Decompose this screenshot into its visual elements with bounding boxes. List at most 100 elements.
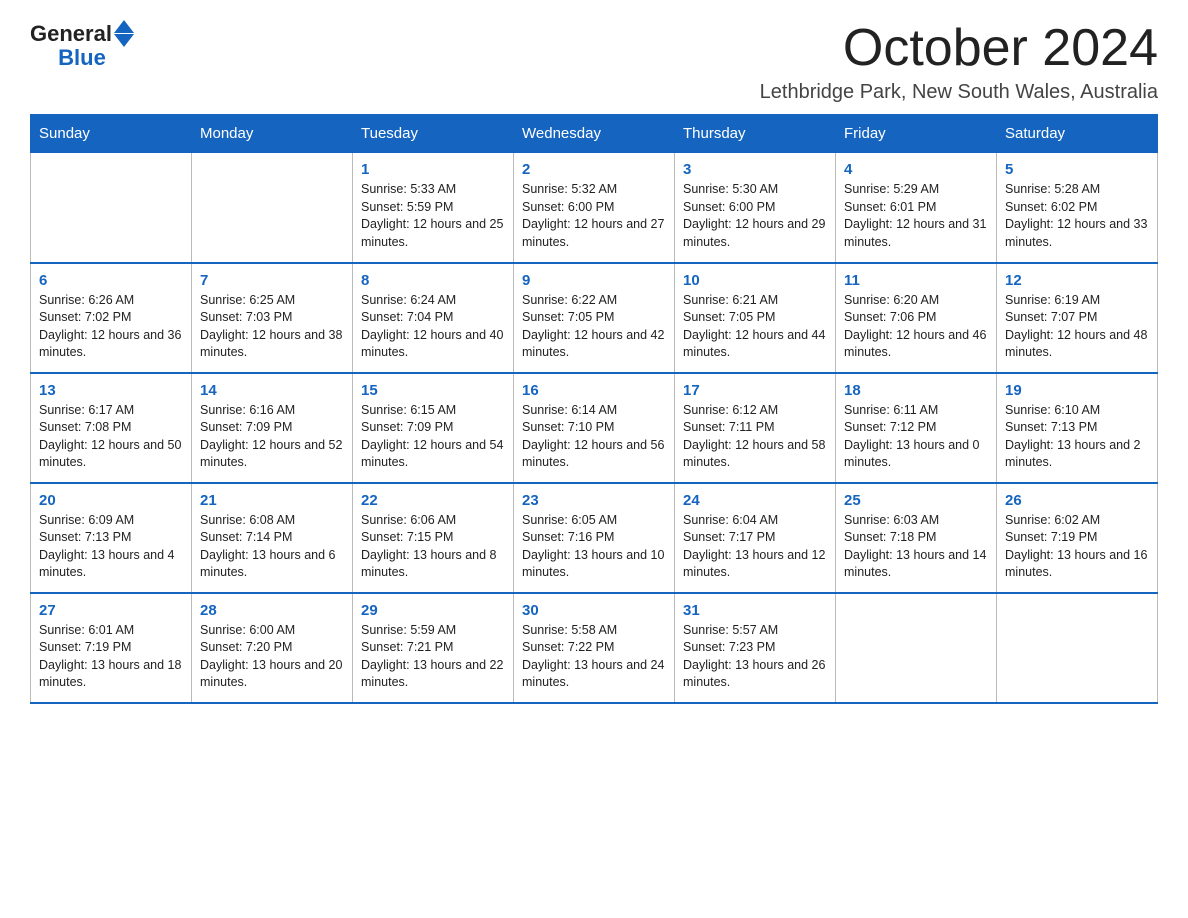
calendar-cell: 18 Sunrise: 6:11 AMSunset: 7:12 PMDayligh… xyxy=(836,373,997,483)
calendar-cell xyxy=(997,593,1158,703)
day-number: 17 xyxy=(683,382,827,399)
day-info: Sunrise: 5:33 AMSunset: 5:59 PMDaylight:… xyxy=(361,181,505,251)
calendar-header-saturday: Saturday xyxy=(997,115,1158,153)
day-number: 31 xyxy=(683,602,827,619)
day-number: 5 xyxy=(1005,161,1149,178)
calendar-cell: 13 Sunrise: 6:17 AMSunset: 7:08 PMDayligh… xyxy=(31,373,192,483)
day-number: 1 xyxy=(361,161,505,178)
day-info: Sunrise: 6:25 AMSunset: 7:03 PMDaylight:… xyxy=(200,292,344,362)
calendar-cell: 24Sunrise: 6:04 AMSunset: 7:17 PMDayligh… xyxy=(675,483,836,593)
day-info: Sunrise: 6:16 AMSunset: 7:09 PMDaylight:… xyxy=(200,402,344,472)
day-info: Sunrise: 6:09 AMSunset: 7:13 PMDaylight:… xyxy=(39,512,183,582)
calendar-cell: 19Sunrise: 6:10 AMSunset: 7:13 PMDayligh… xyxy=(997,373,1158,483)
day-info: Sunrise: 6:19 AMSunset: 7:07 PMDaylight:… xyxy=(1005,292,1149,362)
day-number: 18 xyxy=(844,382,988,399)
day-number: 21 xyxy=(200,492,344,509)
calendar-cell: 31Sunrise: 5:57 AMSunset: 7:23 PMDayligh… xyxy=(675,593,836,703)
title-area: October 2024 Lethbridge Park, New South … xyxy=(760,20,1158,104)
day-number: 28 xyxy=(200,602,344,619)
day-number: 3 xyxy=(683,161,827,178)
day-info: Sunrise: 6:11 AMSunset: 7:12 PMDaylight:… xyxy=(844,402,988,472)
day-info: Sunrise: 5:30 AMSunset: 6:00 PMDaylight:… xyxy=(683,181,827,251)
calendar-cell: 9Sunrise: 6:22 AMSunset: 7:05 PMDaylight… xyxy=(514,263,675,373)
calendar-cell: 6 Sunrise: 6:26 AMSunset: 7:02 PMDaylight… xyxy=(31,263,192,373)
calendar-cell: 8 Sunrise: 6:24 AMSunset: 7:04 PMDaylight… xyxy=(353,263,514,373)
calendar-cell: 3 Sunrise: 5:30 AMSunset: 6:00 PMDaylight… xyxy=(675,153,836,263)
day-number: 27 xyxy=(39,602,183,619)
location-title: Lethbridge Park, New South Wales, Austra… xyxy=(760,81,1158,104)
calendar-week-row: 1 Sunrise: 5:33 AMSunset: 5:59 PMDaylight… xyxy=(31,153,1158,263)
calendar-header-friday: Friday xyxy=(836,115,997,153)
month-title: October 2024 xyxy=(760,20,1158,77)
calendar-cell xyxy=(31,153,192,263)
day-info: Sunrise: 6:24 AMSunset: 7:04 PMDaylight:… xyxy=(361,292,505,362)
day-info: Sunrise: 6:10 AMSunset: 7:13 PMDaylight:… xyxy=(1005,402,1149,472)
day-info: Sunrise: 6:17 AMSunset: 7:08 PMDaylight:… xyxy=(39,402,183,472)
day-info: Sunrise: 6:20 AMSunset: 7:06 PMDaylight:… xyxy=(844,292,988,362)
day-number: 22 xyxy=(361,492,505,509)
day-info: Sunrise: 6:08 AMSunset: 7:14 PMDaylight:… xyxy=(200,512,344,582)
day-info: Sunrise: 5:28 AMSunset: 6:02 PMDaylight:… xyxy=(1005,181,1149,251)
calendar-cell: 15 Sunrise: 6:15 AMSunset: 7:09 PMDayligh… xyxy=(353,373,514,483)
calendar-week-row: 6 Sunrise: 6:26 AMSunset: 7:02 PMDaylight… xyxy=(31,263,1158,373)
calendar-table: SundayMondayTuesdayWednesdayThursdayFrid… xyxy=(30,114,1158,704)
calendar-header-wednesday: Wednesday xyxy=(514,115,675,153)
day-number: 25 xyxy=(844,492,988,509)
day-info: Sunrise: 6:00 AMSunset: 7:20 PMDaylight:… xyxy=(200,622,344,692)
header: General Blue October 2024 Lethbridge Par… xyxy=(30,20,1158,104)
day-info: Sunrise: 6:02 AMSunset: 7:19 PMDaylight:… xyxy=(1005,512,1149,582)
calendar-cell: 23 Sunrise: 6:05 AMSunset: 7:16 PMDayligh… xyxy=(514,483,675,593)
day-info: Sunrise: 6:06 AMSunset: 7:15 PMDaylight:… xyxy=(361,512,505,582)
calendar-cell: 28 Sunrise: 6:00 AMSunset: 7:20 PMDayligh… xyxy=(192,593,353,703)
calendar-cell: 22 Sunrise: 6:06 AMSunset: 7:15 PMDayligh… xyxy=(353,483,514,593)
day-info: Sunrise: 6:26 AMSunset: 7:02 PMDaylight:… xyxy=(39,292,183,362)
calendar-cell xyxy=(836,593,997,703)
calendar-cell xyxy=(192,153,353,263)
day-info: Sunrise: 5:29 AMSunset: 6:01 PMDaylight:… xyxy=(844,181,988,251)
day-info: Sunrise: 6:14 AMSunset: 7:10 PMDaylight:… xyxy=(522,402,666,472)
day-number: 4 xyxy=(844,161,988,178)
day-info: Sunrise: 6:03 AMSunset: 7:18 PMDaylight:… xyxy=(844,512,988,582)
calendar-header-row: SundayMondayTuesdayWednesdayThursdayFrid… xyxy=(31,115,1158,153)
day-number: 2 xyxy=(522,161,666,178)
calendar-cell: 12Sunrise: 6:19 AMSunset: 7:07 PMDayligh… xyxy=(997,263,1158,373)
day-number: 14 xyxy=(200,382,344,399)
calendar-week-row: 13 Sunrise: 6:17 AMSunset: 7:08 PMDayligh… xyxy=(31,373,1158,483)
calendar-cell: 2 Sunrise: 5:32 AMSunset: 6:00 PMDaylight… xyxy=(514,153,675,263)
calendar-cell: 20 Sunrise: 6:09 AMSunset: 7:13 PMDayligh… xyxy=(31,483,192,593)
logo: General Blue xyxy=(30,20,134,71)
day-info: Sunrise: 6:04 AMSunset: 7:17 PMDaylight:… xyxy=(683,512,827,582)
day-info: Sunrise: 6:15 AMSunset: 7:09 PMDaylight:… xyxy=(361,402,505,472)
day-number: 20 xyxy=(39,492,183,509)
day-info: Sunrise: 5:32 AMSunset: 6:00 PMDaylight:… xyxy=(522,181,666,251)
day-number: 30 xyxy=(522,602,666,619)
calendar-cell: 25 Sunrise: 6:03 AMSunset: 7:18 PMDayligh… xyxy=(836,483,997,593)
day-number: 13 xyxy=(39,382,183,399)
calendar-cell: 21 Sunrise: 6:08 AMSunset: 7:14 PMDayligh… xyxy=(192,483,353,593)
calendar-cell: 10Sunrise: 6:21 AMSunset: 7:05 PMDayligh… xyxy=(675,263,836,373)
day-number: 23 xyxy=(522,492,666,509)
calendar-header-thursday: Thursday xyxy=(675,115,836,153)
day-info: Sunrise: 6:21 AMSunset: 7:05 PMDaylight:… xyxy=(683,292,827,362)
day-info: Sunrise: 6:01 AMSunset: 7:19 PMDaylight:… xyxy=(39,622,183,692)
day-number: 11 xyxy=(844,272,988,289)
calendar-cell: 26 Sunrise: 6:02 AMSunset: 7:19 PMDayligh… xyxy=(997,483,1158,593)
calendar-header-monday: Monday xyxy=(192,115,353,153)
calendar-cell: 17Sunrise: 6:12 AMSunset: 7:11 PMDayligh… xyxy=(675,373,836,483)
calendar-cell: 27 Sunrise: 6:01 AMSunset: 7:19 PMDayligh… xyxy=(31,593,192,703)
calendar-cell: 4 Sunrise: 5:29 AMSunset: 6:01 PMDaylight… xyxy=(836,153,997,263)
calendar-week-row: 27 Sunrise: 6:01 AMSunset: 7:19 PMDayligh… xyxy=(31,593,1158,703)
day-number: 8 xyxy=(361,272,505,289)
day-info: Sunrise: 5:59 AMSunset: 7:21 PMDaylight:… xyxy=(361,622,505,692)
calendar-cell: 30Sunrise: 5:58 AMSunset: 7:22 PMDayligh… xyxy=(514,593,675,703)
day-number: 15 xyxy=(361,382,505,399)
calendar-cell: 29 Sunrise: 5:59 AMSunset: 7:21 PMDayligh… xyxy=(353,593,514,703)
calendar-cell: 16Sunrise: 6:14 AMSunset: 7:10 PMDayligh… xyxy=(514,373,675,483)
calendar-cell: 7 Sunrise: 6:25 AMSunset: 7:03 PMDaylight… xyxy=(192,263,353,373)
day-number: 29 xyxy=(361,602,505,619)
day-info: Sunrise: 6:05 AMSunset: 7:16 PMDaylight:… xyxy=(522,512,666,582)
calendar-cell: 5 Sunrise: 5:28 AMSunset: 6:02 PMDaylight… xyxy=(997,153,1158,263)
day-number: 6 xyxy=(39,272,183,289)
day-number: 7 xyxy=(200,272,344,289)
day-number: 26 xyxy=(1005,492,1149,509)
